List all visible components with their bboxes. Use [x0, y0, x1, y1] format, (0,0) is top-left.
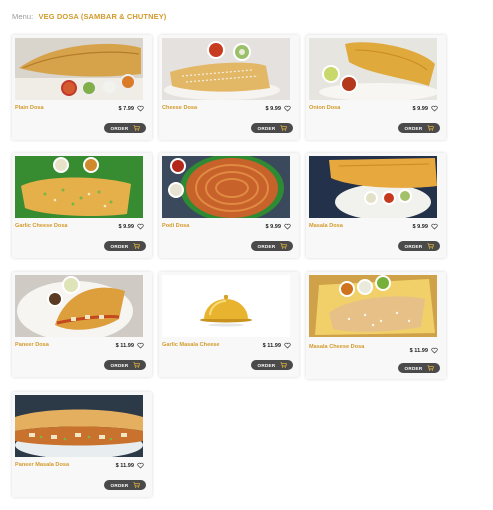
dish-image-placeholder[interactable] — [162, 275, 290, 337]
dish-price: $ 9.99 — [265, 105, 281, 112]
heart-icon[interactable] — [137, 223, 144, 230]
dish-image[interactable] — [309, 275, 437, 337]
cart-icon — [133, 125, 140, 131]
price-row: $ 11.99 — [116, 462, 144, 469]
cart-icon — [427, 125, 434, 131]
menu-card[interactable]: Plain Dosa $ 7.99 ORDER — [12, 35, 152, 140]
order-label: ORDER — [257, 125, 276, 131]
dish-image[interactable] — [309, 38, 437, 100]
breadcrumb-category[interactable]: VEG DOSA (SAMBAR & CHUTNEY) — [39, 12, 167, 21]
dish-name: Plain Dosa — [15, 105, 44, 111]
order-label: ORDER — [257, 362, 276, 368]
menu-card[interactable]: Cheese Dosa $ 9.99 ORDER — [159, 35, 299, 140]
price-row: $ 11.99 — [410, 347, 438, 354]
cart-icon — [280, 125, 287, 131]
order-button[interactable]: ORDER — [104, 123, 146, 133]
menu-card[interactable]: Podi Dosa $ 9.99 ORDER — [159, 153, 299, 258]
dish-name: Onion Dosa — [309, 105, 341, 111]
cart-icon — [280, 362, 287, 368]
menu-card[interactable]: Garlic Cheese Dosa $ 9.99 ORDER — [12, 153, 152, 258]
heart-icon[interactable] — [431, 347, 438, 354]
breadcrumb-menu-label: Menu: — [12, 12, 34, 21]
dish-price: $ 7.99 — [118, 105, 134, 112]
dish-image[interactable] — [309, 156, 437, 218]
order-button[interactable]: ORDER — [104, 241, 146, 251]
order-label: ORDER — [110, 362, 129, 368]
order-label: ORDER — [110, 243, 129, 249]
cart-icon — [133, 243, 140, 249]
order-label: ORDER — [110, 125, 129, 131]
cart-icon — [427, 243, 434, 249]
price-row: $ 9.99 — [118, 223, 144, 230]
dish-price: $ 11.99 — [409, 347, 428, 354]
dish-name: Paneer Masala Dosa — [15, 462, 70, 468]
dish-name: Cheese Dosa — [162, 105, 198, 111]
dish-image[interactable] — [162, 156, 290, 218]
price-row: $ 11.99 — [116, 342, 144, 349]
order-button[interactable]: ORDER — [398, 123, 440, 133]
dish-price: $ 9.99 — [412, 223, 428, 230]
heart-icon[interactable] — [431, 223, 438, 230]
cart-icon — [280, 243, 287, 249]
order-label: ORDER — [404, 125, 423, 131]
menu-card[interactable]: Paneer Masala Dosa $ 11.99 ORDER — [12, 392, 152, 497]
order-label: ORDER — [404, 365, 423, 371]
heart-icon[interactable] — [137, 342, 144, 349]
menu-card[interactable]: Garlic Masala Cheese $ 11.99 ORDER — [159, 272, 299, 377]
order-label: ORDER — [404, 243, 423, 249]
breadcrumb: Menu: VEG DOSA (SAMBAR & CHUTNEY) — [12, 12, 166, 21]
dish-name: Podi Dosa — [162, 223, 190, 229]
dish-price: $ 11.99 — [115, 462, 134, 469]
dish-name: Masala Cheese Dosa — [309, 344, 365, 350]
order-label: ORDER — [257, 243, 276, 249]
menu-card[interactable]: Masala Dosa $ 9.99 ORDER — [306, 153, 446, 258]
food-cloche-icon — [162, 275, 290, 337]
order-label: ORDER — [110, 482, 129, 488]
dish-name: Garlic Masala Cheese — [162, 342, 220, 348]
heart-icon[interactable] — [284, 342, 291, 349]
dish-image[interactable] — [162, 38, 290, 100]
dish-price: $ 11.99 — [262, 342, 281, 349]
dish-image[interactable] — [15, 38, 143, 100]
price-row: $ 9.99 — [412, 223, 438, 230]
dish-name: Masala Dosa — [309, 223, 343, 229]
dish-image[interactable] — [15, 395, 143, 457]
order-button[interactable]: ORDER — [104, 480, 146, 490]
menu-card[interactable]: Onion Dosa $ 9.99 ORDER — [306, 35, 446, 140]
order-button[interactable]: ORDER — [104, 360, 146, 370]
dish-image[interactable] — [15, 156, 143, 218]
dish-price: $ 11.99 — [115, 342, 134, 349]
menu-card[interactable]: Masala Cheese Dosa $ 11.99 ORDER — [306, 272, 446, 379]
dish-name: Garlic Cheese Dosa — [15, 223, 68, 229]
cart-icon — [133, 482, 140, 488]
heart-icon[interactable] — [137, 462, 144, 469]
order-button[interactable]: ORDER — [398, 363, 440, 373]
dish-image[interactable] — [15, 275, 143, 337]
price-row: $ 9.99 — [265, 105, 291, 112]
heart-icon[interactable] — [284, 223, 291, 230]
menu-card[interactable]: Paneer Dosa $ 11.99 ORDER — [12, 272, 152, 377]
dish-name: Paneer Dosa — [15, 342, 49, 348]
cart-icon — [427, 365, 434, 371]
heart-icon[interactable] — [431, 105, 438, 112]
dish-price: $ 9.99 — [412, 105, 428, 112]
price-row: $ 9.99 — [412, 105, 438, 112]
heart-icon[interactable] — [137, 105, 144, 112]
price-row: $ 9.99 — [265, 223, 291, 230]
order-button[interactable]: ORDER — [251, 123, 293, 133]
cart-icon — [133, 362, 140, 368]
order-button[interactable]: ORDER — [398, 241, 440, 251]
order-button[interactable]: ORDER — [251, 241, 293, 251]
order-button[interactable]: ORDER — [251, 360, 293, 370]
price-row: $ 11.99 — [263, 342, 291, 349]
dish-price: $ 9.99 — [118, 223, 134, 230]
heart-icon[interactable] — [284, 105, 291, 112]
price-row: $ 7.99 — [118, 105, 144, 112]
dish-price: $ 9.99 — [265, 223, 281, 230]
